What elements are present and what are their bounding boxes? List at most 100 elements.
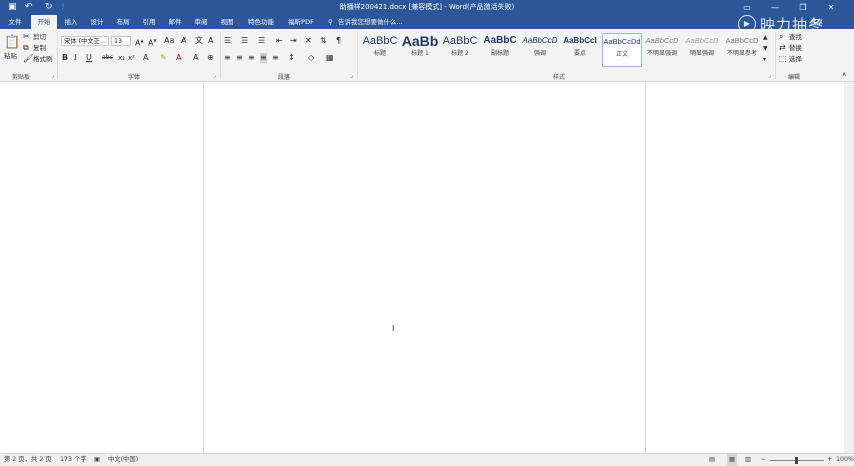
shading-icon[interactable]: ◇ [308,53,314,63]
style-subtle-reference[interactable]: AaBbCcD 不明显参考 [722,33,762,67]
style-strong[interactable]: AaBbCcI 要点 [560,33,600,67]
highlight-icon[interactable]: ✎ [160,53,167,63]
share-button[interactable]: 共享 [810,15,823,29]
chinese-layout-icon[interactable]: ✕ [305,36,312,46]
zoom-in-icon[interactable]: + [827,454,832,466]
collapse-ribbon-icon[interactable]: ∧ [842,70,846,80]
copy-button[interactable]: 复制 [33,43,46,53]
replace-button[interactable]: 替换 [789,43,802,53]
paste-icon[interactable]: 📋 [4,35,20,51]
styles-more-icon[interactable]: ▾ [763,55,766,65]
copy-icon[interactable]: ⧉ [23,43,29,53]
format-painter-icon[interactable]: 🖌 [23,54,33,64]
bold-icon[interactable]: B [62,53,68,63]
print-layout-icon[interactable]: ▦ [727,454,737,466]
strikethrough-icon[interactable]: abc [102,53,113,63]
paragraph-launcher-icon[interactable]: ⌟ [350,72,353,79]
align-right-icon[interactable]: ≡ [248,53,255,63]
tab-foxit-pdf[interactable]: 福昕PDF [283,15,319,29]
word-count[interactable]: 173 个字 [60,454,87,466]
tell-me-search[interactable]: 告诉我您想要做什么... [338,15,403,29]
language-indicator[interactable]: 中文(中国) [108,454,138,466]
style-heading-1[interactable]: AaBb 标题 1 [400,33,440,67]
ribbon-display-options-icon[interactable]: ▭ [736,0,758,15]
proofing-icon[interactable]: ▣ [94,454,100,466]
justify-icon[interactable]: ≡ [260,53,267,63]
document-page[interactable] [203,82,646,453]
zoom-slider[interactable] [770,457,824,464]
style-emphasis[interactable]: AaBbCcD 强调 [520,33,560,67]
tab-file[interactable]: 文件 [2,15,28,29]
tab-insert[interactable]: 插入 [58,15,84,29]
select-icon[interactable]: ⬚ [779,54,787,64]
document-workspace[interactable]: I [0,82,854,453]
align-center-icon[interactable]: ≡ [236,53,243,63]
style-title[interactable]: AaBbC 标题 [360,33,400,67]
cut-icon[interactable]: ✂ [23,32,30,42]
tab-design[interactable]: 设计 [84,15,110,29]
underline-icon[interactable]: U [86,53,92,63]
tab-review[interactable]: 审阅 [188,15,214,29]
web-layout-icon[interactable]: ▥ [745,454,751,466]
styles-scroll-down-icon[interactable]: ▼ [763,44,768,54]
clipboard-launcher-icon[interactable]: ⌟ [51,72,54,79]
zoom-slider-thumb[interactable] [795,457,798,464]
style-heading-2[interactable]: AaBbC 标题 2 [440,33,480,67]
align-left-icon[interactable]: ≡ [224,53,231,63]
paste-button-label[interactable]: 粘贴 [4,51,17,61]
styles-scroll-up-icon[interactable]: ▲ [763,33,768,43]
tab-references[interactable]: 引用 [136,15,162,29]
find-icon[interactable]: ⌕ [779,32,783,42]
tab-layout[interactable]: 布局 [110,15,136,29]
italic-icon[interactable]: I [74,53,77,63]
vertical-scrollbar[interactable] [844,82,854,453]
font-name-box[interactable]: 宋体 (中文正... [61,36,109,46]
shrink-font-icon[interactable]: A▼ [148,36,157,49]
enclose-characters-icon[interactable]: ⊕ [207,53,214,63]
clear-formatting-icon[interactable]: A̸ [181,36,186,46]
font-launcher-icon[interactable]: ⌟ [213,72,216,79]
font-size-box[interactable]: 13 [111,36,131,46]
bullets-icon[interactable]: ☰ [224,36,231,46]
sort-icon[interactable]: ⇅ [320,36,327,46]
page-count[interactable]: 第 2 页，共 2 页 [4,454,52,466]
character-shading-icon[interactable]: A [193,53,198,63]
restore-button[interactable]: ❐ [792,0,814,15]
close-button[interactable]: ✕ [820,0,842,15]
style-sample: AaBbC [483,35,517,46]
grow-font-icon[interactable]: A▲ [135,36,144,49]
styles-launcher-icon[interactable]: ⌟ [768,72,771,79]
increase-indent-icon[interactable]: ⇥ [290,36,297,46]
phonetic-guide-icon[interactable]: 文 [195,36,203,46]
tab-home[interactable]: 开始 [31,15,57,29]
cut-button[interactable]: 剪切 [33,32,46,42]
zoom-level[interactable]: 100% [836,454,854,466]
change-case-icon[interactable]: Aa [164,36,174,46]
borders-icon[interactable]: ▦ [326,53,334,63]
tab-view[interactable]: 视图 [214,15,240,29]
zoom-out-icon[interactable]: − [761,454,766,466]
find-button[interactable]: 查找 [789,32,802,42]
tab-special-features[interactable]: 特色功能 [242,15,280,29]
character-border-icon[interactable]: A [208,36,213,46]
multilevel-list-icon[interactable]: ☰ [258,36,265,46]
superscript-icon[interactable]: x² [128,53,135,63]
numbering-icon[interactable]: ☰ [241,36,248,46]
text-effects-icon[interactable]: A [143,53,148,63]
tab-mailings[interactable]: 邮件 [162,15,188,29]
style-normal[interactable]: AaBbCcDd 正文 [602,33,642,67]
select-button[interactable]: 选择 [789,54,802,64]
distributed-icon[interactable]: ≡ [272,53,279,63]
subscript-icon[interactable]: x₂ [118,53,125,63]
line-spacing-icon[interactable]: ↕ [288,53,295,63]
read-mode-icon[interactable]: ▤ [709,454,715,466]
font-color-icon[interactable]: A [176,53,181,63]
replace-icon[interactable]: ⇄ [779,43,786,53]
format-painter-button[interactable]: 格式刷 [33,54,53,64]
decrease-indent-icon[interactable]: ⇤ [276,36,283,46]
minimize-button[interactable]: — [764,0,786,15]
style-subtitle[interactable]: AaBbC 副标题 [480,33,520,67]
style-subtle-emphasis[interactable]: AaBbCcD 不明显强调 [642,33,682,67]
show-formatting-icon[interactable]: ¶ [336,36,341,46]
style-intense-emphasis[interactable]: AaBbCcD 明显强调 [682,33,722,67]
